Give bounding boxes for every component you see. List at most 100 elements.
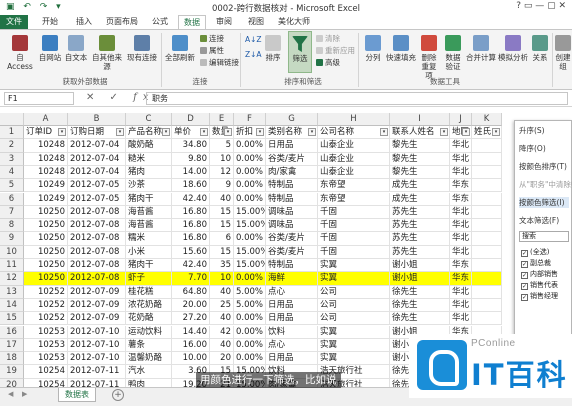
table-cell[interactable]: 2012-07-10 <box>68 325 126 339</box>
table-cell[interactable]: 9.80 <box>172 152 210 166</box>
table-cell[interactable]: 2012-07-09 <box>68 298 126 313</box>
tab-page-layout[interactable]: 页面布局 <box>104 15 140 29</box>
consolidate-button[interactable]: 合并计算 <box>466 35 496 62</box>
table-cell[interactable]: 糙米 <box>126 152 172 166</box>
sort-by-color-item[interactable]: 按颜色排序(T) <box>519 161 567 172</box>
table-cell[interactable]: 10254 <box>24 365 68 379</box>
table-cell[interactable]: 2012-07-08 <box>68 205 126 220</box>
table-cell[interactable]: 15 <box>210 205 234 220</box>
table-cell[interactable]: 千固 <box>318 232 390 246</box>
table-cell[interactable]: 日用品 <box>266 139 318 153</box>
header-cell[interactable]: 单价 ▾ <box>172 126 210 140</box>
table-cell[interactable] <box>472 205 502 220</box>
table-cell[interactable]: 苏先生 <box>390 232 450 246</box>
table-cell[interactable]: 0.00% <box>234 312 266 326</box>
table-cell[interactable]: 点心 <box>266 338 318 353</box>
table-cell[interactable]: 特制品 <box>266 192 318 206</box>
table-cell[interactable]: 华东 <box>450 179 472 193</box>
table-cell[interactable]: 猪肉干 <box>126 259 172 273</box>
table-cell[interactable]: 5.00% <box>234 298 266 313</box>
table-cell[interactable]: 实翼 <box>318 338 390 353</box>
column-header[interactable]: D <box>172 113 210 126</box>
highlighted-cell[interactable]: 华东 <box>450 272 472 286</box>
header-cell[interactable]: 数量 ▾ <box>210 126 234 140</box>
column-header[interactable]: I <box>390 113 450 126</box>
filter-dropdown-icon[interactable]: ▾ <box>440 128 448 136</box>
table-cell[interactable]: 2012-07-10 <box>68 352 126 366</box>
header-cell[interactable]: 公司名称 ▾ <box>318 126 390 140</box>
table-cell[interactable]: 苏先生 <box>390 245 450 259</box>
table-cell[interactable]: 华北 <box>450 312 472 326</box>
row-header[interactable]: 11 <box>0 259 24 273</box>
remove-duplicates-button[interactable]: 删除重复项 <box>418 35 440 80</box>
table-cell[interactable]: 日用品 <box>266 312 318 326</box>
filter-dropdown-icon[interactable]: ▾ <box>162 128 170 136</box>
table-cell[interactable]: 黎先生 <box>390 139 450 153</box>
table-cell[interactable]: 42.40 <box>172 259 210 273</box>
tab-view[interactable]: 视图 <box>242 15 270 29</box>
table-cell[interactable]: 34.80 <box>172 139 210 153</box>
sheet-tab-data[interactable]: 数据表 <box>58 388 96 402</box>
table-cell[interactable]: 华东 <box>450 192 472 206</box>
refresh-all-button[interactable]: 全部刷新 <box>164 35 196 62</box>
check-select-all[interactable]: ✓ (全选) <box>521 247 549 257</box>
table-cell[interactable] <box>472 298 502 313</box>
table-cell[interactable]: 35 <box>210 259 234 273</box>
header-cell[interactable]: 地区 ▾ <box>450 126 472 140</box>
table-cell[interactable]: 15.60 <box>172 245 210 259</box>
table-cell[interactable]: 2012-07-11 <box>68 365 126 379</box>
table-cell[interactable]: 小米 <box>126 245 172 259</box>
highlighted-cell[interactable]: 2012-07-08 <box>68 272 126 286</box>
table-cell[interactable]: 10250 <box>24 205 68 220</box>
table-cell[interactable]: 山泰企业 <box>318 152 390 166</box>
tab-review[interactable]: 审阅 <box>210 15 238 29</box>
table-cell[interactable]: 0.00% <box>234 192 266 206</box>
table-cell[interactable]: 40 <box>210 192 234 206</box>
table-cell[interactable]: 10252 <box>24 312 68 326</box>
table-cell[interactable]: 谷类/麦片 <box>266 152 318 166</box>
table-cell[interactable]: 2012-07-09 <box>68 312 126 326</box>
highlighted-cell[interactable]: 10250 <box>24 272 68 286</box>
table-cell[interactable]: 40 <box>210 312 234 326</box>
header-cell[interactable]: 订单ID ▾ <box>24 126 68 140</box>
table-cell[interactable]: 华北 <box>450 245 472 259</box>
table-cell[interactable]: 黎先生 <box>390 165 450 180</box>
relationships-button[interactable]: 关系 <box>530 35 550 62</box>
table-cell[interactable] <box>472 285 502 299</box>
table-cell[interactable]: 12 <box>210 165 234 180</box>
existing-connections-button[interactable]: 现有连接 <box>126 35 158 62</box>
table-cell[interactable] <box>472 139 502 153</box>
table-cell[interactable] <box>472 259 502 273</box>
table-cell[interactable]: 酸奶酪 <box>126 139 172 153</box>
table-cell[interactable]: 成先生 <box>390 192 450 206</box>
table-cell[interactable]: 0.00% <box>234 338 266 353</box>
formula-input[interactable]: 职务 <box>146 92 568 105</box>
column-header[interactable]: E <box>210 113 234 126</box>
filter-button[interactable]: 筛选 <box>288 31 312 73</box>
header-cell[interactable]: 类别名称 ▾ <box>266 126 318 140</box>
table-cell[interactable]: 2012-07-08 <box>68 219 126 233</box>
table-cell[interactable]: 调味品 <box>266 205 318 220</box>
table-cell[interactable] <box>472 245 502 259</box>
header-cell[interactable]: 折扣 ▾ <box>234 126 266 140</box>
table-cell[interactable]: 15.00% <box>234 259 266 273</box>
highlighted-cell[interactable]: 7.70 <box>172 272 210 286</box>
row-header[interactable]: 16 <box>0 325 24 339</box>
data-validation-button[interactable]: 数据验证 <box>442 35 464 71</box>
table-cell[interactable]: 华东 <box>450 259 472 273</box>
from-web-button[interactable]: 自网站 <box>38 35 62 62</box>
table-cell[interactable]: 花奶酪 <box>126 312 172 326</box>
table-cell[interactable]: 2012-07-05 <box>68 179 126 193</box>
table-cell[interactable]: 徐先生 <box>390 298 450 313</box>
table-cell[interactable]: 公司 <box>318 312 390 326</box>
flash-fill-button[interactable]: 快速填充 <box>386 35 416 62</box>
table-cell[interactable] <box>472 192 502 206</box>
highlighted-cell[interactable]: 虾子 <box>126 272 172 286</box>
table-cell[interactable]: 14.00 <box>172 165 210 180</box>
table-cell[interactable]: 10253 <box>24 352 68 366</box>
sort-descending-item[interactable]: 降序(O) <box>519 143 546 154</box>
highlighted-cell[interactable]: 0.00% <box>234 272 266 286</box>
tab-beautify[interactable]: 美化大师 <box>274 15 314 29</box>
table-cell[interactable]: 猪肉干 <box>126 192 172 206</box>
reapply-button[interactable]: 重新应用 <box>316 46 355 56</box>
